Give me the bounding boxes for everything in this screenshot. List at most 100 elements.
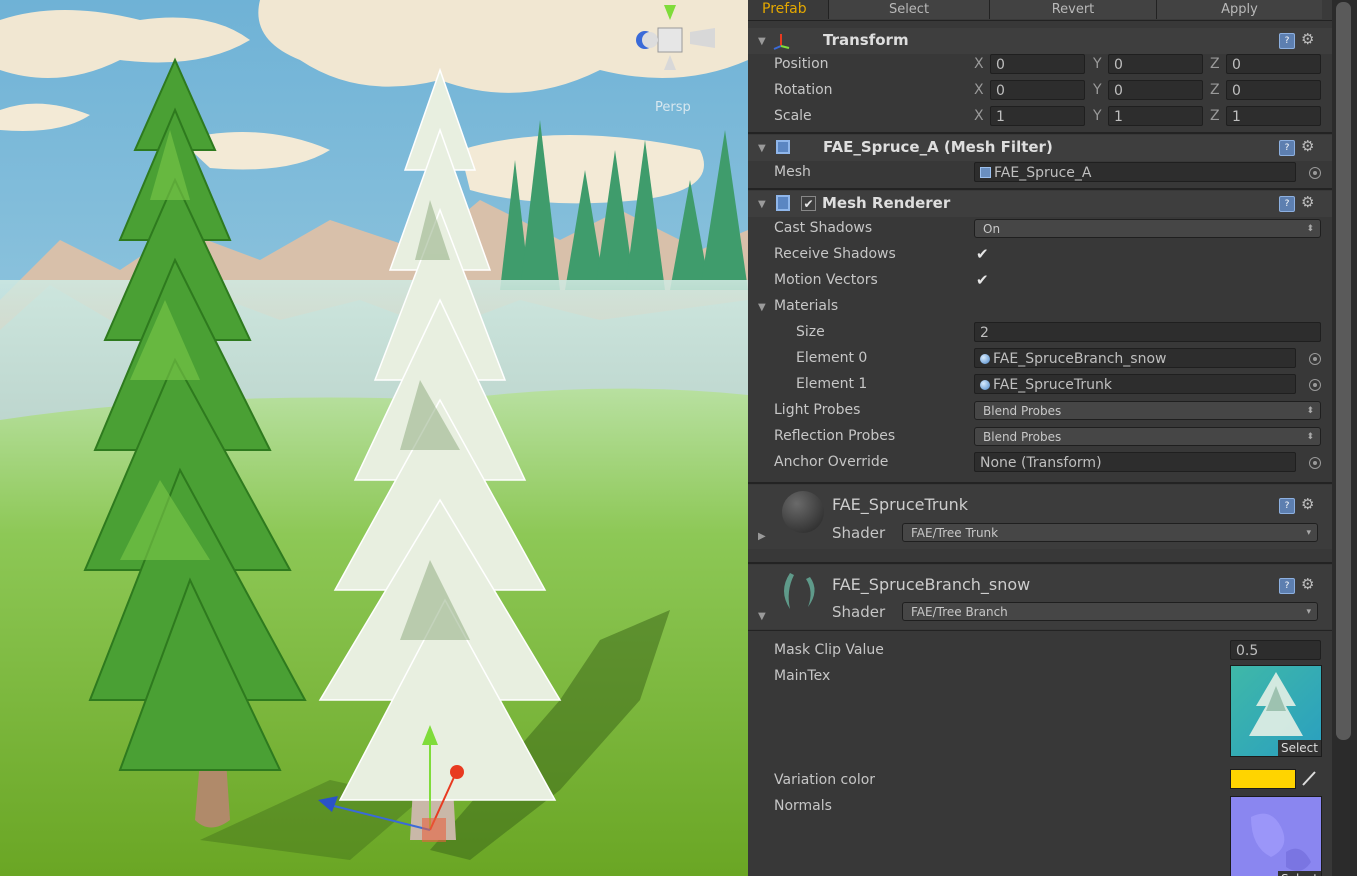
object-picker-icon[interactable] — [1309, 379, 1321, 391]
scale-x-field[interactable]: 1 — [990, 106, 1085, 126]
element0-field[interactable]: FAE_SpruceBranch_snow — [974, 348, 1296, 368]
light-probes-label: Light Probes — [774, 402, 861, 418]
inspector-scrollbar-thumb[interactable] — [1336, 2, 1351, 740]
anchor-override-label: Anchor Override — [774, 454, 889, 470]
dropdown-arrow-icon: ▾ — [1306, 528, 1311, 538]
mesh-label: Mesh — [774, 164, 811, 180]
gear-icon[interactable]: ⚙ — [1301, 30, 1314, 48]
transform-header[interactable]: ▼ Transform ? ⚙ — [748, 28, 1332, 54]
element0-value: FAE_SpruceBranch_snow — [993, 351, 1167, 367]
light-probes-dropdown[interactable]: Blend Probes ⬍ — [974, 401, 1321, 420]
mesh-renderer-title: Mesh Renderer — [822, 194, 951, 212]
transform-fold-arrow-icon[interactable]: ▼ — [758, 36, 766, 47]
axis-z-label[interactable]: Z — [1210, 82, 1220, 98]
help-icon[interactable]: ? — [1279, 498, 1295, 514]
axis-x-label[interactable]: X — [974, 82, 984, 98]
eyedropper-icon[interactable] — [1300, 769, 1318, 787]
cast-shadows-dropdown[interactable]: On ⬍ — [974, 219, 1321, 238]
anchor-override-field[interactable]: None (Transform) — [974, 452, 1296, 472]
scale-label: Scale — [774, 108, 812, 124]
rotation-x-field[interactable]: 0 — [990, 80, 1085, 100]
material-branch-fold-arrow-icon[interactable]: ▼ — [758, 611, 766, 622]
element1-field[interactable]: FAE_SpruceTrunk — [974, 374, 1296, 394]
scale-y-field[interactable]: 1 — [1108, 106, 1203, 126]
mesh-field[interactable]: FAE_Spruce_A — [974, 162, 1296, 182]
gear-icon[interactable]: ⚙ — [1301, 575, 1314, 593]
rotation-z-field[interactable]: 0 — [1226, 80, 1321, 100]
element1-value: FAE_SpruceTrunk — [993, 377, 1113, 393]
gear-icon[interactable]: ⚙ — [1301, 137, 1314, 155]
axis-y-label[interactable]: Y — [1093, 108, 1102, 124]
branch-shader-dropdown[interactable]: FAE/Tree Branch ▾ — [902, 602, 1318, 621]
divider — [748, 562, 1332, 564]
mesh-renderer-icon — [776, 195, 790, 211]
trunk-shader-dropdown[interactable]: FAE/Tree Trunk ▾ — [902, 523, 1318, 542]
normals-thumbnail[interactable]: Select — [1230, 796, 1322, 876]
scene-view[interactable]: Persp — [0, 0, 748, 876]
position-x-field[interactable]: 0 — [990, 54, 1085, 74]
mesh-filter-header[interactable]: ▼ FAE_Spruce_A (Mesh Filter) ? ⚙ — [748, 135, 1332, 161]
inspector-panel: Prefab Select Revert Apply ▼ Transform ?… — [748, 0, 1357, 876]
object-picker-icon[interactable] — [1309, 353, 1321, 365]
receive-shadows-label: Receive Shadows — [774, 246, 896, 262]
axis-y-label[interactable]: Y — [1093, 56, 1102, 72]
help-icon[interactable]: ? — [1279, 33, 1295, 49]
axis-y-label[interactable]: Y — [1093, 82, 1102, 98]
material-trunk-name: FAE_SpruceTrunk — [832, 495, 969, 514]
prefab-revert-button[interactable]: Revert — [989, 0, 1156, 19]
projection-label[interactable]: Persp — [655, 100, 691, 115]
variation-color-label: Variation color — [774, 772, 876, 788]
transform-title: Transform — [823, 31, 909, 49]
trunk-shader-label: Shader — [832, 524, 886, 542]
gear-icon[interactable]: ⚙ — [1301, 495, 1314, 513]
materials-size-field[interactable]: 2 — [974, 322, 1321, 342]
axis-x-label[interactable]: X — [974, 56, 984, 72]
material-trunk-preview — [782, 491, 824, 533]
mesh-renderer-enabled-checkbox[interactable]: ✔ — [801, 196, 816, 211]
material-branch-name: FAE_SpruceBranch_snow — [832, 575, 1031, 594]
help-icon[interactable]: ? — [1279, 140, 1295, 156]
mask-clip-field[interactable]: 0.5 — [1230, 640, 1321, 660]
material-branch-header[interactable]: ▼ FAE_SpruceBranch_snow ? ⚙ Shader FAE/T… — [748, 565, 1332, 629]
scale-z-field[interactable]: 1 — [1226, 106, 1321, 126]
mesh-renderer-header[interactable]: ▼ ✔ Mesh Renderer ? ⚙ — [748, 191, 1332, 217]
prefab-apply-button[interactable]: Apply — [1156, 0, 1322, 19]
help-icon[interactable]: ? — [1279, 578, 1295, 594]
mesh-value: FAE_Spruce_A — [994, 165, 1092, 181]
prefab-label: Prefab — [762, 1, 807, 17]
divider — [748, 188, 1332, 190]
axis-z-label[interactable]: Z — [1210, 108, 1220, 124]
light-probes-value: Blend Probes — [983, 404, 1062, 418]
object-picker-icon[interactable] — [1309, 457, 1321, 469]
motion-vectors-checkbox[interactable]: ✔ — [976, 273, 991, 288]
help-icon[interactable]: ? — [1279, 196, 1295, 212]
position-y-field[interactable]: 0 — [1108, 54, 1203, 74]
prefab-bar: Prefab Select Revert Apply — [748, 0, 1332, 21]
dropdown-arrow-icon: ⬍ — [1306, 224, 1314, 234]
material-trunk-header[interactable]: ▶ FAE_SpruceTrunk ? ⚙ Shader FAE/Tree Tr… — [748, 485, 1332, 549]
trunk-shader-value: FAE/Tree Trunk — [911, 526, 999, 540]
maintex-select-button[interactable]: Select — [1277, 740, 1321, 756]
object-picker-icon[interactable] — [1309, 167, 1321, 179]
rotation-y-field[interactable]: 0 — [1108, 80, 1203, 100]
motion-vectors-label: Motion Vectors — [774, 272, 878, 288]
axis-z-label[interactable]: Z — [1210, 56, 1220, 72]
axis-x-label[interactable]: X — [974, 108, 984, 124]
gear-icon[interactable]: ⚙ — [1301, 193, 1314, 211]
mesh-filter-fold-arrow-icon[interactable]: ▼ — [758, 143, 766, 154]
normals-select-button[interactable]: Select — [1277, 871, 1321, 876]
reflection-probes-dropdown[interactable]: Blend Probes ⬍ — [974, 427, 1321, 446]
variation-color-swatch[interactable] — [1230, 769, 1296, 789]
dropdown-arrow-icon: ⬍ — [1306, 406, 1314, 416]
material-trunk-fold-arrow-icon[interactable]: ▶ — [758, 531, 766, 542]
material-icon — [980, 380, 990, 390]
position-z-field[interactable]: 0 — [1226, 54, 1321, 74]
dropdown-arrow-icon: ▾ — [1306, 607, 1311, 617]
prefab-select-button[interactable]: Select — [828, 0, 989, 19]
mesh-renderer-fold-arrow-icon[interactable]: ▼ — [758, 199, 766, 210]
materials-fold-arrow-icon[interactable]: ▼ — [758, 302, 766, 313]
receive-shadows-checkbox[interactable]: ✔ — [976, 247, 991, 262]
scene-render — [0, 0, 748, 876]
maintex-thumbnail[interactable]: Select — [1230, 665, 1322, 757]
materials-label[interactable]: Materials — [774, 298, 838, 314]
